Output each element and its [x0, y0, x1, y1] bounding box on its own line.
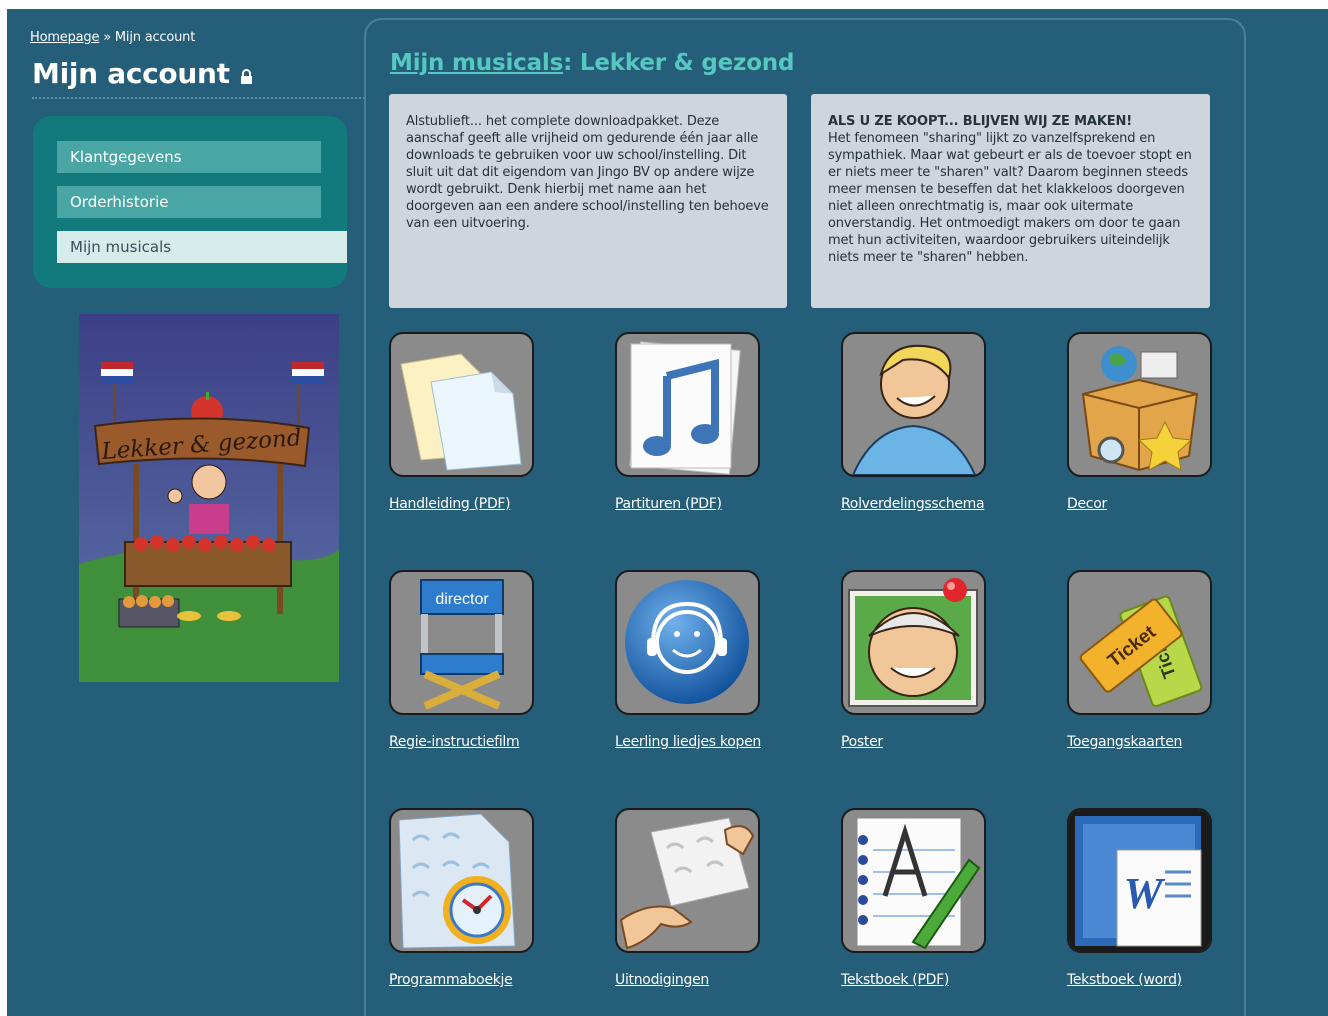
smiley-headphones-icon: [615, 570, 760, 715]
download-regie-instructiefilm-label[interactable]: Regie-instructiefilm: [389, 734, 520, 750]
download-programmaboekje-label[interactable]: Programmaboekje: [389, 972, 513, 988]
notebook-pen-icon: [841, 808, 986, 953]
lock-icon: [240, 59, 253, 92]
download-partituren-label[interactable]: Partituren (PDF): [615, 496, 722, 512]
page: Homepage » Mijn account Mijn account Kla…: [7, 9, 1328, 1016]
sharing-heading: ALS U ZE KOOPT... BLIJVEN WIJ ZE MAKEN!: [828, 114, 1132, 129]
download-poster-label[interactable]: Poster: [841, 734, 883, 750]
character-icon: [841, 332, 986, 477]
download-package-text: Alstublieft... het complete downloadpakk…: [406, 114, 769, 231]
breadcrumb-separator: »: [99, 30, 115, 45]
download-uitnodigingen-label[interactable]: Uitnodigingen: [615, 972, 709, 988]
word-icon-letter: W: [1123, 869, 1165, 918]
invitation-hands-icon: [615, 808, 760, 953]
menu-item-mijn-musicals[interactable]: Mijn musicals: [57, 231, 347, 263]
ticket-icon: Tick Ticket: [1067, 570, 1212, 715]
my-musicals-link[interactable]: Mijn musicals: [390, 50, 563, 76]
breadcrumb: Homepage » Mijn account: [30, 30, 195, 45]
musical-cover-image: Lekker & gezond: [79, 314, 339, 682]
download-tekstboek-word-label[interactable]: Tekstboek (word): [1067, 972, 1182, 988]
download-decor-label[interactable]: Decor: [1067, 496, 1107, 512]
director-chair-text: director: [435, 591, 489, 608]
download-tekstboek-pdf-label[interactable]: Tekstboek (PDF): [841, 972, 949, 988]
box-icon: [1067, 332, 1212, 477]
download-leerling-liedjes-kopen-label[interactable]: Leerling liedjes kopen: [615, 734, 761, 750]
account-menu: Klantgegevens Orderhistorie Mijn musical…: [33, 116, 347, 288]
music-note-icon: [615, 332, 760, 477]
page-title: Mijn account: [32, 57, 253, 92]
menu-item-orderhistorie[interactable]: Orderhistorie: [57, 186, 321, 218]
menu-item-klantgegevens[interactable]: Klantgegevens: [57, 141, 321, 173]
section-title-rest: : Lekker & gezond: [563, 50, 795, 76]
download-package-info-box: Alstublieft... het complete downloadpakk…: [389, 94, 787, 308]
director-chair-icon: director: [389, 570, 534, 715]
download-toegangskaarten-label[interactable]: Toegangskaarten: [1067, 734, 1182, 750]
download-rolverdelingsschema-label[interactable]: Rolverdelingsschema: [841, 496, 985, 512]
title-divider: [32, 97, 377, 99]
sidebar: Homepage » Mijn account Mijn account Kla…: [7, 9, 377, 1016]
breadcrumb-current: Mijn account: [114, 30, 196, 45]
page-title-text: Mijn account: [32, 57, 230, 90]
sharing-text: Het fenomeen "sharing" lijkt zo vanzelfs…: [828, 131, 1192, 265]
poster-icon: [841, 570, 986, 715]
documents-icon: [389, 332, 534, 477]
program-clock-icon: [389, 808, 534, 953]
sharing-info-box: ALS U ZE KOOPT... BLIJVEN WIJ ZE MAKEN! …: [811, 94, 1210, 308]
section-title: Mijn musicals: Lekker & gezond: [390, 50, 794, 76]
breadcrumb-home-link[interactable]: Homepage: [30, 30, 99, 45]
main-panel: Mijn musicals: Lekker & gezond Alstublie…: [364, 18, 1246, 1016]
download-handleiding-label[interactable]: Handleiding (PDF): [389, 496, 511, 512]
word-document-icon: W: [1067, 808, 1212, 953]
